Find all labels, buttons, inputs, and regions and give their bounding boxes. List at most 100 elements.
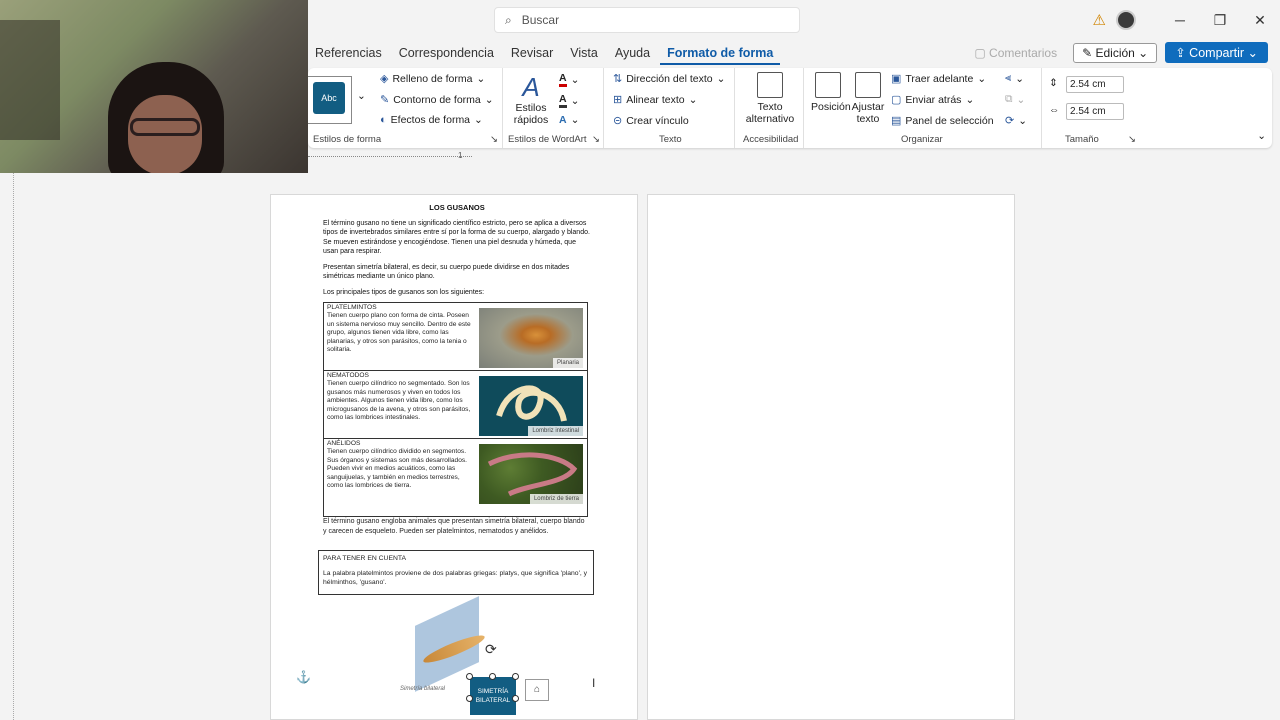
type-description: Tienen cuerpo cilíndrico no segmentado. … — [327, 380, 471, 422]
text-outline-button[interactable]: A ⌄ — [559, 93, 579, 108]
paragraph-intro: El término gusano no tiene un significad… — [323, 219, 590, 256]
planaria-image[interactable]: Planaria — [479, 308, 583, 368]
selection-pane-icon: ▤ — [891, 115, 902, 127]
tab-correspondencia[interactable]: Correspondencia — [392, 41, 501, 65]
rotate-handle-icon[interactable]: ⟳ — [485, 641, 497, 658]
collapse-ribbon-icon[interactable]: ⌄ — [1257, 130, 1266, 142]
paragraph-types-intro: Los principales tipos de gusanos son los… — [323, 288, 485, 296]
lombriz-tierra-image[interactable]: Lombriz de tierra — [479, 444, 583, 504]
text-effects-button[interactable]: A ⌄ — [559, 114, 579, 126]
text-direction-icon: ⇅ — [613, 73, 623, 85]
group-label: Estilos de WordArt — [508, 134, 587, 145]
width-input[interactable]: 2.54 cm — [1066, 103, 1124, 120]
resize-handle[interactable] — [489, 673, 496, 680]
bring-forward-label: Traer adelante — [905, 72, 974, 85]
tab-ayuda[interactable]: Ayuda — [608, 41, 657, 65]
selection-pane-label: Panel de selección — [905, 114, 994, 127]
position-button[interactable]: Posición — [811, 72, 851, 113]
link-icon: ⊝ — [613, 115, 623, 127]
shape-outline-button[interactable]: ✎ Contorno de forma ⌄ — [380, 93, 494, 107]
restore-button[interactable]: ❐ — [1200, 12, 1240, 29]
resize-handle[interactable] — [466, 695, 473, 702]
tab-vista[interactable]: Vista — [563, 41, 605, 65]
document-body: LOS GUSANOS El término gusano no tiene u… — [323, 203, 591, 303]
shape-effects-button[interactable]: ◐ Efectos de forma ⌄ — [380, 114, 483, 126]
group-label: Tamaño — [1065, 134, 1099, 145]
type-name: PLATELMINTOS — [327, 304, 377, 311]
tab-revisar[interactable]: Revisar — [504, 41, 560, 65]
quick-styles-label: Estilos rápidos — [513, 102, 549, 126]
dialog-launcher-icon[interactable]: ↘ — [592, 134, 600, 145]
wrap-text-icon — [855, 72, 881, 98]
dialog-launcher-icon[interactable]: ↘ — [1128, 134, 1136, 145]
minimize-button[interactable]: ─ — [1160, 12, 1200, 28]
gallery-more-icon[interactable]: ⌄ — [357, 90, 366, 102]
paragraph-summary: El término gusano engloba animales que p… — [323, 518, 585, 535]
alt-text-button[interactable]: Texto alternativo — [742, 72, 798, 125]
send-backward-button[interactable]: ▢ Enviar atrás ⌄ — [891, 93, 974, 107]
warning-icon[interactable]: ⚠ — [1093, 11, 1106, 29]
image-caption: Lombriz intestinal — [528, 425, 583, 436]
type-name: ANÉLIDOS — [327, 440, 361, 447]
bring-forward-icon: ▣ — [891, 73, 902, 85]
background-shelf — [0, 20, 60, 140]
search-box[interactable]: ⌕ Buscar — [494, 7, 800, 33]
text-fill-button[interactable]: A ⌄ — [559, 72, 579, 87]
group-label: Texto — [659, 134, 682, 145]
pencil-icon: ✎ — [380, 94, 390, 106]
anchor-icon: ⚓ — [296, 670, 311, 684]
table-row: ANÉLIDOS Tienen cuerpo cilíndrico dividi… — [324, 439, 587, 516]
note-title: PARA TENER EN CUENTA — [323, 555, 407, 562]
selection-pane-button[interactable]: ▤ Panel de selección — [891, 114, 994, 128]
resize-handle[interactable] — [512, 695, 519, 702]
align-text-icon: ⊞ — [613, 94, 623, 106]
selected-shape[interactable]: SIMETRÍA BILATERAL — [470, 677, 516, 715]
paint-bucket-icon: ◈ — [380, 73, 389, 85]
share-button[interactable]: ⇪ Compartir ⌄ — [1165, 42, 1268, 63]
avatar[interactable] — [1116, 10, 1136, 30]
send-backward-label: Enviar atrás — [905, 93, 962, 106]
image-caption: Planaria — [552, 357, 583, 368]
window-controls: ⚠ ─ ❐ ✕ — [1093, 0, 1280, 40]
group-button[interactable]: ⧉ ⌄ — [1005, 93, 1025, 106]
resize-handle[interactable] — [466, 673, 473, 680]
quick-styles-button[interactable]: A Estilos rápidos — [510, 72, 552, 126]
note-box: PARA TENER EN CUENTA La palabra platelmi… — [318, 550, 594, 595]
create-link-button[interactable]: ⊝ Crear vínculo — [613, 114, 689, 128]
tab-formato-de-forma[interactable]: Formato de forma — [660, 41, 781, 65]
lombriz-intestinal-image[interactable]: Lombriz intestinal — [479, 376, 583, 436]
wrap-text-button[interactable]: Ajustar texto — [849, 72, 887, 125]
close-button[interactable]: ✕ — [1240, 12, 1280, 29]
presenter-glasses — [130, 118, 200, 136]
worm-types-table: PLATELMINTOS Tienen cuerpo plano con for… — [323, 302, 588, 517]
resize-handle[interactable] — [512, 673, 519, 680]
comments-button[interactable]: ▢ Comentarios — [966, 44, 1065, 62]
height-input[interactable]: 2.54 cm — [1066, 76, 1124, 93]
edit-mode-button[interactable]: ✎ Edición ⌄ — [1073, 42, 1158, 63]
text-direction-button[interactable]: ⇅ Dirección del texto ⌄ — [613, 72, 725, 86]
edit-mode-label: Edición — [1095, 45, 1135, 60]
align-text-button[interactable]: ⊞ Alinear texto ⌄ — [613, 93, 697, 107]
alt-text-icon — [757, 72, 783, 98]
align-text-label: Alinear texto — [626, 93, 685, 106]
position-icon — [815, 72, 841, 98]
rotate-button[interactable]: ⟳ ⌄ — [1005, 114, 1027, 128]
ruler-number: 1 — [458, 151, 463, 160]
group-text: ⇅ Dirección del texto ⌄ ⊞ Alinear texto ⌄ … — [605, 68, 735, 148]
text-fill-icon: A — [559, 72, 567, 87]
layout-options-icon[interactable]: ⌂ — [525, 679, 549, 701]
share-label: Compartir — [1189, 46, 1245, 60]
page-1[interactable]: LOS GUSANOS El término gusano no tiene u… — [270, 194, 638, 720]
page-2[interactable] — [647, 194, 1015, 720]
tab-referencias[interactable]: Referencias — [308, 41, 389, 65]
group-wordart: A Estilos rápidos A ⌄ A ⌄ A ⌄ Estilos de… — [504, 68, 604, 148]
group-label: Accesibilidad — [743, 134, 799, 145]
dialog-launcher-icon[interactable]: ↘ — [490, 134, 498, 145]
bring-forward-button[interactable]: ▣ Traer adelante ⌄ — [891, 72, 986, 86]
type-description: Tienen cuerpo cilíndrico dividido en seg… — [327, 448, 467, 490]
shape-style-preview[interactable]: Abc — [313, 82, 345, 114]
align-button[interactable]: ⫷ ⌄ — [1005, 72, 1024, 85]
wrap-text-label: Ajustar texto — [851, 101, 885, 125]
shape-outline-label: Contorno de forma — [393, 93, 481, 106]
shape-fill-button[interactable]: ◈ Relleno de forma ⌄ — [380, 72, 485, 86]
